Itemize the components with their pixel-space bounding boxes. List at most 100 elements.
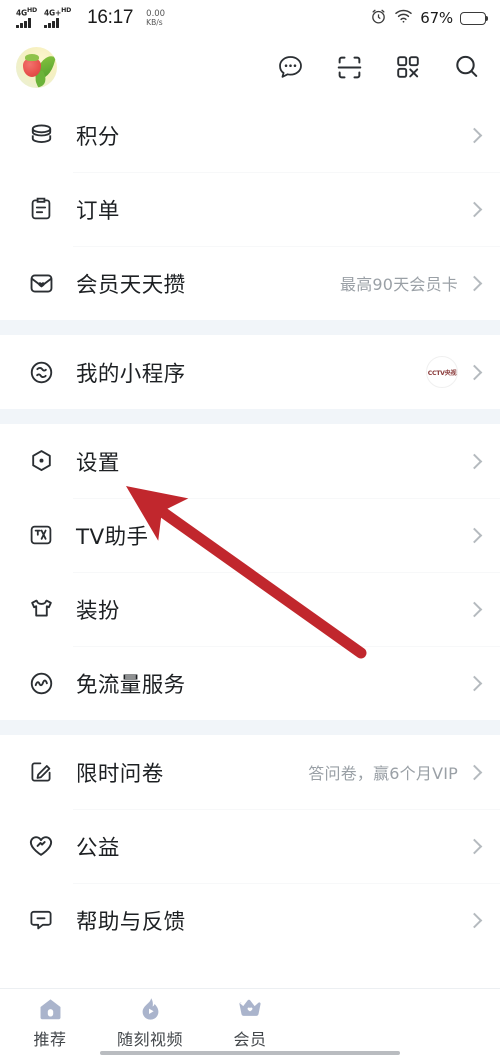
network-type-2: 4G+HD xyxy=(44,7,72,18)
menu-row-charity[interactable]: 公益 xyxy=(0,809,500,883)
chevron-right-icon xyxy=(466,275,483,291)
menu-row-dress-up[interactable]: 装扮 xyxy=(0,572,500,646)
menu-row-right xyxy=(466,527,483,543)
home-icon xyxy=(37,995,64,1023)
search-icon[interactable] xyxy=(452,52,482,82)
chevron-right-icon xyxy=(466,764,483,780)
chevron-right-icon xyxy=(466,201,483,217)
mini-program-icon xyxy=(26,357,56,387)
scan-icon[interactable] xyxy=(334,52,364,82)
qr-grid-icon[interactable] xyxy=(393,52,423,82)
menu-row-label: 公益 xyxy=(76,835,120,861)
bottom-navigation: 推荐 随刻视频 会员 xyxy=(0,988,500,1057)
chevron-right-icon xyxy=(466,838,483,854)
menu-group-2: 设置 TV助手 装扮 免流量服务 xyxy=(0,424,500,720)
menu-row-label: 积分 xyxy=(76,124,120,150)
menu-row-label: 免流量服务 xyxy=(76,672,186,698)
menu-row-hint: 答问卷，赢6个月VIP xyxy=(308,764,458,783)
avatar[interactable] xyxy=(16,46,57,88)
menu-row-mini-programs[interactable]: 我的小程序 CCTV央视 xyxy=(0,335,500,409)
menu-row-points[interactable]: 积分 xyxy=(0,98,500,172)
status-bar-clock: 16:17 xyxy=(87,7,134,28)
nav-item-member[interactable]: 会员 xyxy=(200,995,300,1050)
envelope-heart-icon xyxy=(26,268,56,298)
menu-group-3: 限时问卷 答问卷，赢6个月VIP 公益 帮助与反馈 xyxy=(0,735,500,957)
menu-row-survey[interactable]: 限时问卷 答问卷，赢6个月VIP xyxy=(0,735,500,809)
menu-row-right: CCTV央视 xyxy=(426,356,483,388)
section-divider xyxy=(0,720,500,735)
tshirt-icon xyxy=(26,594,56,624)
network-type-2-sup: HD xyxy=(61,7,72,14)
edit-square-icon xyxy=(26,757,56,787)
chevron-right-icon xyxy=(466,675,483,691)
menu-row-right xyxy=(466,912,483,928)
flame-play-icon xyxy=(137,995,164,1023)
menu-row-label: 设置 xyxy=(76,450,120,476)
signal-bars-1 xyxy=(16,18,31,28)
menu-group-0: 积分 订单 会员天天攒 最高90天会员卡 xyxy=(0,98,500,320)
avatar-berry-decoration xyxy=(23,53,41,77)
menu-row-right xyxy=(466,601,483,617)
menu-row-right xyxy=(466,453,483,469)
wifi-icon xyxy=(394,8,413,28)
feedback-icon xyxy=(26,905,56,935)
nav-item-label: 会员 xyxy=(233,1030,267,1049)
network-type-1-sup: HD xyxy=(26,7,38,14)
tv-icon xyxy=(26,520,56,550)
network-type-1: 4GHD xyxy=(16,7,38,18)
nav-item-label: 随刻视频 xyxy=(116,1030,183,1049)
section-divider xyxy=(0,409,500,424)
battery-percent-label: 67% xyxy=(420,9,453,27)
menu-row-right: 答问卷，赢6个月VIP xyxy=(308,760,483,784)
nav-item-video[interactable]: 随刻视频 xyxy=(100,995,200,1050)
chevron-right-icon xyxy=(466,364,483,380)
battery-icon xyxy=(460,11,489,25)
menu-row-right: 最高90天会员卡 xyxy=(340,271,483,295)
menu-row-label: 会员天天攒 xyxy=(76,272,186,298)
network-speed: 0.00 KB/s xyxy=(146,9,165,27)
menu-row-help-feedback[interactable]: 帮助与反馈 xyxy=(0,883,500,957)
chevron-right-icon xyxy=(466,127,483,143)
mini-program-badge-icon[interactable]: CCTV央视 xyxy=(426,356,458,388)
status-bar-right: 67% xyxy=(370,8,489,29)
chevron-right-icon xyxy=(466,601,483,617)
status-bar: 4GHD 4G+HD 16:17 0.00 KB/s 67% xyxy=(0,0,500,36)
free-data-icon xyxy=(26,668,56,698)
menu-row-label: 订单 xyxy=(76,198,120,224)
crown-icon xyxy=(236,995,264,1023)
settings-hexagon-icon xyxy=(26,446,56,476)
menu-row-label: 我的小程序 xyxy=(76,361,186,387)
network-speed-unit: KB/s xyxy=(146,17,163,27)
header-actions xyxy=(275,52,482,82)
section-divider xyxy=(0,320,500,335)
alarm-clock-icon xyxy=(370,8,387,29)
coins-icon xyxy=(26,120,56,150)
menu-row-label: TV助手 xyxy=(76,524,149,550)
menu-row-label: 限时问卷 xyxy=(76,761,164,787)
menu-row-right xyxy=(466,838,483,854)
menu-group-1: 我的小程序 CCTV央视 xyxy=(0,335,500,409)
menu-row-settings[interactable]: 设置 xyxy=(0,424,500,498)
nav-item-recommend[interactable]: 推荐 xyxy=(0,995,100,1050)
chevron-right-icon xyxy=(466,912,483,928)
menu-row-hint: 最高90天会员卡 xyxy=(340,275,458,294)
status-bar-left: 4GHD 4G+HD 16:17 0.00 KB/s xyxy=(16,7,165,29)
menu-row-orders[interactable]: 订单 xyxy=(0,172,500,246)
heart-icon xyxy=(26,831,56,861)
signal-indicator-2: 4G+HD xyxy=(44,7,72,28)
chevron-right-icon xyxy=(466,527,483,543)
menu-row-free-data[interactable]: 免流量服务 xyxy=(0,646,500,720)
chevron-right-icon xyxy=(466,453,483,469)
menu-row-right xyxy=(466,127,483,143)
order-clipboard-icon xyxy=(26,194,56,224)
signal-bars-2 xyxy=(44,18,59,28)
menu-row-member-daily[interactable]: 会员天天攒 最高90天会员卡 xyxy=(0,246,500,320)
nav-item-label: 推荐 xyxy=(33,1030,67,1049)
message-icon[interactable] xyxy=(275,52,305,82)
home-indicator xyxy=(100,1051,400,1055)
menu-row-tv-assistant[interactable]: TV助手 xyxy=(0,498,500,572)
settings-menu-list: 积分 订单 会员天天攒 最高90天会员卡 我的小程序 CCTV央视 设置 TV助… xyxy=(0,98,500,957)
signal-indicator-1: 4GHD xyxy=(16,7,38,28)
app-header xyxy=(0,36,500,98)
menu-row-label: 帮助与反馈 xyxy=(76,909,186,935)
